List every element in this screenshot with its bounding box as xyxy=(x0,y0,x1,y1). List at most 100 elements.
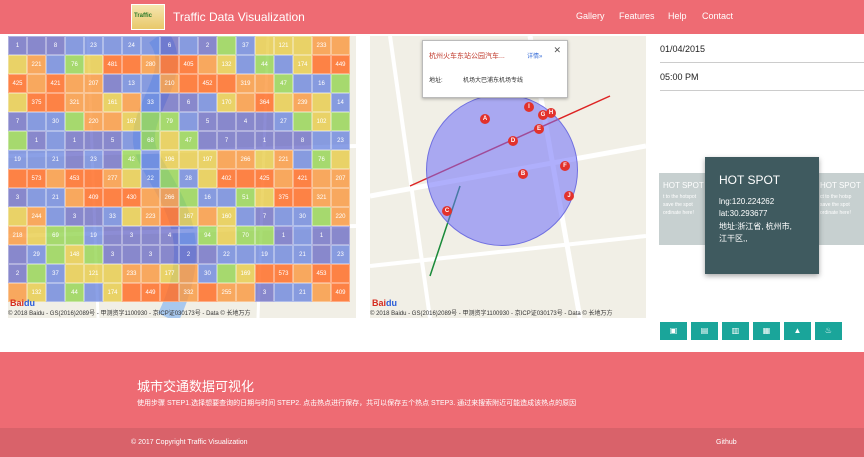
nav-features[interactable]: Features xyxy=(619,11,655,21)
heatmap-cell: 37 xyxy=(46,264,65,283)
map-pin-h[interactable]: H xyxy=(546,108,556,120)
brand-title[interactable]: Traffic Data Visualization xyxy=(173,10,305,24)
heatmap-cell: 207 xyxy=(84,74,103,93)
heatmap-cell: 2 xyxy=(179,245,198,264)
heatmap-cell xyxy=(84,169,103,188)
heatmap-cell xyxy=(217,74,236,93)
map-pin-j[interactable]: J xyxy=(564,191,574,203)
heatmap-cell xyxy=(331,112,350,131)
heatmap-cell xyxy=(160,131,179,150)
heatmap-cell: 266 xyxy=(160,188,179,207)
heatmap-cell xyxy=(46,131,65,150)
date-input[interactable]: 01/04/2015 xyxy=(660,36,864,63)
heatmap-cell xyxy=(46,93,65,112)
heatmap-cell: 5 xyxy=(198,112,217,131)
heatmap-cell xyxy=(179,74,198,93)
heatmap-cell: 1 xyxy=(255,131,274,150)
heatmap-cell xyxy=(65,74,84,93)
map-pin-b[interactable]: B xyxy=(518,169,528,181)
heatmap-cell xyxy=(84,207,103,226)
map-pin-d[interactable]: D xyxy=(508,136,518,148)
heatmap-cell xyxy=(217,36,236,55)
heatmap-cell: 148 xyxy=(65,245,84,264)
heatmap-cell: 44 xyxy=(255,55,274,74)
heatmap-cell xyxy=(255,188,274,207)
heatmap-cell xyxy=(141,74,160,93)
github-link[interactable]: Github xyxy=(716,439,737,446)
close-icon[interactable]: ✕ xyxy=(553,45,561,56)
heatmap-cell: 51 xyxy=(236,188,255,207)
heatmap-cell xyxy=(46,245,65,264)
subway-button[interactable]: ▦ xyxy=(753,322,780,340)
heatmap-cell: 280 xyxy=(141,55,160,74)
heatmap-cell xyxy=(331,264,350,283)
heatmap-cell: 44 xyxy=(65,283,84,302)
heatmap-cell: 481 xyxy=(103,55,122,74)
camera-button[interactable]: ▣ xyxy=(660,322,687,340)
heatmap-cell xyxy=(160,207,179,226)
heatmap-cell xyxy=(312,283,331,302)
heatmap-cell: 22 xyxy=(141,169,160,188)
heatmap-cell: 160 xyxy=(217,207,236,226)
nav-help[interactable]: Help xyxy=(668,11,687,21)
popup-title: 杭州火车东站公园汽车... xyxy=(429,53,505,60)
heatmap-cell xyxy=(274,245,293,264)
heatmap-cell: 452 xyxy=(198,74,217,93)
heatmap-cell xyxy=(27,74,46,93)
hotspot-map[interactable]: A B C D E F G H I J 杭州火车东站公园汽车... 详情» ✕ … xyxy=(370,36,646,318)
heatmap-cell xyxy=(255,112,274,131)
heatmap-cell xyxy=(8,55,27,74)
heatmap-cell: 207 xyxy=(331,169,350,188)
hotspot-lng: lng:120.224262 xyxy=(719,197,775,206)
heatmap-map[interactable]: 1 8 23 24 6 2 37 121 233 221 76 481 280 405 132 44 174 44… xyxy=(8,36,356,318)
bus-button[interactable]: ▤ xyxy=(691,322,718,340)
map-pin-f[interactable]: F xyxy=(560,161,570,173)
heatmap-cell xyxy=(274,55,293,74)
heatmap-cell: 364 xyxy=(255,93,274,112)
heatmap-cell: 68 xyxy=(141,131,160,150)
heatmap-cell: 102 xyxy=(312,112,331,131)
heatmap-cell: 28 xyxy=(179,169,198,188)
heatmap-cell xyxy=(122,55,141,74)
hotspot-card-right[interactable]: HOT SPOT ct to the hotsp save the spot o… xyxy=(816,173,864,245)
app-logo[interactable]: Traffic xyxy=(131,4,165,30)
heatmap-cell: 30 xyxy=(293,207,312,226)
map-pin-a[interactable]: A xyxy=(480,114,490,126)
heatmap-cell xyxy=(103,226,122,245)
heatmap-cell xyxy=(122,283,141,302)
popup-detail-link[interactable]: 详情» xyxy=(527,51,542,60)
heatmap-cell xyxy=(84,93,103,112)
heatmap-cell: 6 xyxy=(160,36,179,55)
heatmap-cell: 21 xyxy=(46,150,65,169)
footer-bar: © 2017 Copyright Traffic Visualization G… xyxy=(0,428,864,457)
heatmap-cell: 319 xyxy=(236,74,255,93)
nav-gallery[interactable]: Gallery xyxy=(576,11,605,21)
heatmap-cell: 4 xyxy=(236,112,255,131)
map-pin-c[interactable]: C xyxy=(442,206,452,218)
popup-address: 机场大巴浦东机场专线 xyxy=(463,78,524,84)
heatmap-cell: 30 xyxy=(46,112,65,131)
hotspot-card-active[interactable]: HOT SPOT lng:120.224262 lat:30.293677 地址… xyxy=(705,157,819,274)
heatmap-cell: 421 xyxy=(46,74,65,93)
heatmap-cell: 332 xyxy=(179,283,198,302)
heatmap-cell xyxy=(84,55,103,74)
fire-button[interactable]: ♨ xyxy=(815,322,842,340)
heatmap-cell: 8 xyxy=(46,36,65,55)
heatmap-cell: 94 xyxy=(198,226,217,245)
time-input[interactable]: 05:00 PM xyxy=(660,64,864,91)
heatmap-cell xyxy=(46,207,65,226)
school-button[interactable]: ▲ xyxy=(784,322,811,340)
heatmap-cell: 47 xyxy=(274,74,293,93)
heatmap-cell xyxy=(27,226,46,245)
map-pin-i[interactable]: I xyxy=(524,102,534,114)
heatmap-cell xyxy=(8,245,27,264)
heatmap-cell xyxy=(27,264,46,283)
nav-contact[interactable]: Contact xyxy=(702,11,733,21)
hotspot-card-left[interactable]: HOT SPOT t to the hotspot save the spot … xyxy=(659,173,707,245)
heatmap-cell xyxy=(65,112,84,131)
heatmap-cell: 375 xyxy=(274,188,293,207)
heatmap-cell xyxy=(8,207,27,226)
heatmap-cell: 29 xyxy=(27,245,46,264)
train-button[interactable]: ▥ xyxy=(722,322,749,340)
map-pin-e[interactable]: E xyxy=(534,124,544,136)
